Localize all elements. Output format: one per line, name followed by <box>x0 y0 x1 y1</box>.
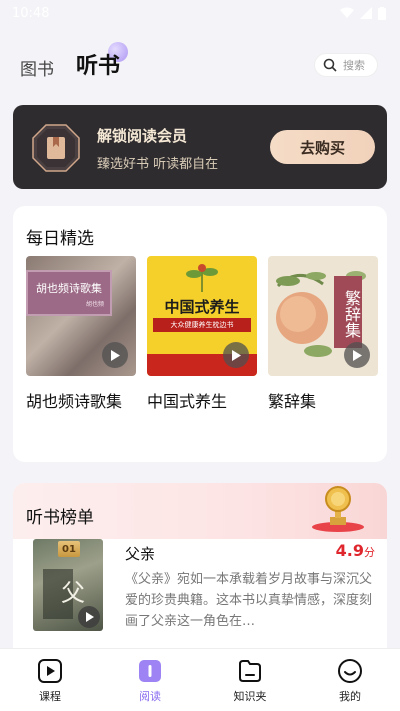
video-play-icon <box>38 659 62 683</box>
book-name: 繁辞集 <box>268 392 317 411</box>
status-time: 10:48 <box>12 5 50 21</box>
cover-title: 繁辞集 <box>334 276 362 348</box>
book-cover: 中国式养生 大众健康养生枕边书 <box>147 256 257 376</box>
play-icon[interactable] <box>223 342 249 368</box>
vip-title: 解锁阅读会员 <box>97 127 188 145</box>
score-unit: 分 <box>364 546 375 559</box>
vip-subtitle: 臻选好书 听读都自在 <box>97 157 219 172</box>
bottom-nav: 课程 阅读 知识夹 我的 <box>0 648 400 711</box>
cover-author: 胡也频 <box>85 301 104 308</box>
vip-banner[interactable]: 解锁阅读会员 臻选好书 听读都自在 去购买 <box>13 105 387 189</box>
vip-book-icon <box>32 124 80 172</box>
book-card[interactable]: 繁辞集 繁辞集 <box>268 256 378 412</box>
status-icons <box>340 6 386 20</box>
ranking-score: 4.9分 <box>336 541 375 560</box>
book-card[interactable]: 胡也频诗歌集 胡也频 胡也频诗歌集 <box>26 256 136 412</box>
search-icon <box>323 58 337 72</box>
signal-icon <box>360 7 372 19</box>
tab-books[interactable]: 图书 <box>20 55 54 80</box>
cover-subtitle: 大众健康养生枕边书 <box>153 318 251 332</box>
nav-knowledge-label: 知识夹 <box>233 690 267 703</box>
search-box[interactable]: 搜索 <box>314 53 378 77</box>
rank-number-badge: 01 <box>58 541 80 557</box>
book-cover: 胡也频诗歌集 胡也频 <box>26 256 136 376</box>
ranking-title: 听书榜单 <box>26 508 94 528</box>
herb-illustration-icon <box>186 264 218 292</box>
book-name: 胡也频诗歌集 <box>26 392 123 411</box>
nav-mine-label: 我的 <box>339 690 361 703</box>
nav-read[interactable]: 阅读 <box>100 649 200 711</box>
book-card[interactable]: 中国式养生 大众健康养生枕边书 中国式养生 <box>147 256 257 412</box>
folder-icon <box>239 660 261 682</box>
search-placeholder: 搜索 <box>343 59 365 72</box>
status-bar: 10:48 <box>0 0 400 26</box>
play-icon[interactable] <box>344 342 370 368</box>
ranking-description: 《父亲》宛如一本承载着岁月故事与深沉父爱的珍贵典籍。这本书以真挚情感，深度刻画了… <box>125 572 373 629</box>
ranking-book-name[interactable]: 父亲 <box>125 543 155 564</box>
play-icon[interactable] <box>102 342 128 368</box>
cover-title: 中国式养生 <box>164 298 240 316</box>
cover-title: 胡也频诗歌集 <box>36 282 102 295</box>
top-tabs: 图书 听书 <box>20 42 129 80</box>
nav-mine[interactable]: 我的 <box>300 649 400 711</box>
buy-button[interactable]: 去购买 <box>270 130 375 164</box>
wifi-icon <box>340 7 354 18</box>
book-cover: 繁辞集 <box>268 256 378 376</box>
daily-picks-title: 每日精选 <box>26 229 94 249</box>
score-value: 4.9 <box>335 541 364 560</box>
book-name: 中国式养生 <box>147 392 228 411</box>
nav-course-label: 课程 <box>39 690 61 703</box>
nav-knowledge[interactable]: 知识夹 <box>200 649 300 711</box>
trophy-icon <box>312 486 364 532</box>
battery-icon <box>378 6 386 20</box>
tab-listen-label: 听书 <box>76 54 121 79</box>
tab-listen[interactable]: 听书 <box>76 42 129 80</box>
smile-icon <box>338 659 362 683</box>
nav-read-label: 阅读 <box>139 690 161 703</box>
cover-label: 胡也频诗歌集 胡也频 <box>26 270 112 316</box>
nav-course[interactable]: 课程 <box>0 649 100 711</box>
read-book-icon <box>139 660 161 682</box>
daily-picks-section: 每日精选 胡也频诗歌集 胡也频 胡也频诗歌集 中国式养生 大众健康养生枕边书 中… <box>13 206 387 462</box>
svg-text:父: 父 <box>61 579 85 607</box>
